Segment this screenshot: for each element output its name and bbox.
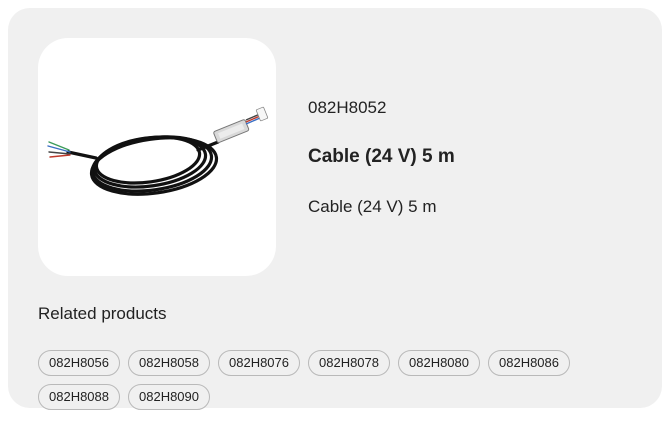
- related-product-chip[interactable]: 082H8056: [38, 350, 120, 376]
- related-product-chip[interactable]: 082H8078: [308, 350, 390, 376]
- product-code: 082H8052: [308, 98, 387, 117]
- product-card: 082H8052 Cable (24 V) 5 m Cable (24 V) 5…: [8, 8, 662, 410]
- product-title: Cable (24 V) 5 m: [308, 146, 455, 167]
- product-description: Cable (24 V) 5 m: [308, 197, 437, 216]
- related-product-chip[interactable]: 082H8088: [38, 384, 120, 410]
- related-products-heading: Related products: [38, 304, 167, 323]
- product-image: [38, 38, 276, 276]
- related-product-chip[interactable]: 082H8086: [488, 350, 570, 376]
- related-product-chip[interactable]: 082H8080: [398, 350, 480, 376]
- related-product-chip[interactable]: 082H8058: [128, 350, 210, 376]
- related-product-chip[interactable]: 082H8090: [128, 384, 210, 410]
- related-products-list: 082H8056 082H8058 082H8076 082H8078 082H…: [38, 350, 638, 410]
- cable-icon: [47, 106, 269, 196]
- related-product-chip[interactable]: 082H8076: [218, 350, 300, 376]
